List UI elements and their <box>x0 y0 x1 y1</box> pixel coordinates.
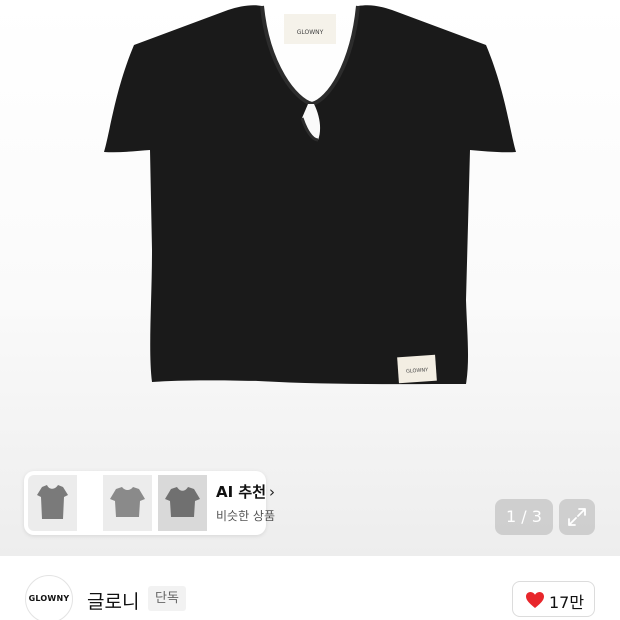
recommendation-thumbnail-1[interactable] <box>28 475 77 531</box>
ai-recommend-subtitle: 비슷한 상품 <box>216 509 276 523</box>
recommendation-thumbnail-2[interactable] <box>103 475 152 531</box>
brand-logo[interactable]: GLOWNY <box>25 575 73 620</box>
product-gallery[interactable]: GLOWNY GLOWNY AI 추천 › 비슷한 상품 1 / 3 <box>0 0 620 556</box>
ai-recommendation-card[interactable]: AI 추천 › 비슷한 상품 <box>24 471 275 535</box>
brand-bar: GLOWNY 글로니 단독 17만 <box>0 556 620 620</box>
ai-recommend-title-text: AI 추천 <box>216 483 267 501</box>
recommendation-thumbnail-3[interactable] <box>158 475 207 531</box>
like-button[interactable]: 17만 <box>512 581 595 617</box>
ai-recommend-title[interactable]: AI 추천 › <box>216 481 275 502</box>
brand-name[interactable]: 글로니 <box>87 587 139 614</box>
exclusive-badge: 단독 <box>148 586 186 611</box>
brand-neck-label: GLOWNY <box>297 29 324 36</box>
chevron-right-icon: › <box>269 483 276 501</box>
heart-icon <box>526 592 544 608</box>
expand-icon <box>568 508 586 526</box>
expand-button[interactable] <box>559 499 595 535</box>
like-count: 17만 <box>549 593 585 612</box>
gallery-page-counter: 1 / 3 <box>495 499 553 535</box>
